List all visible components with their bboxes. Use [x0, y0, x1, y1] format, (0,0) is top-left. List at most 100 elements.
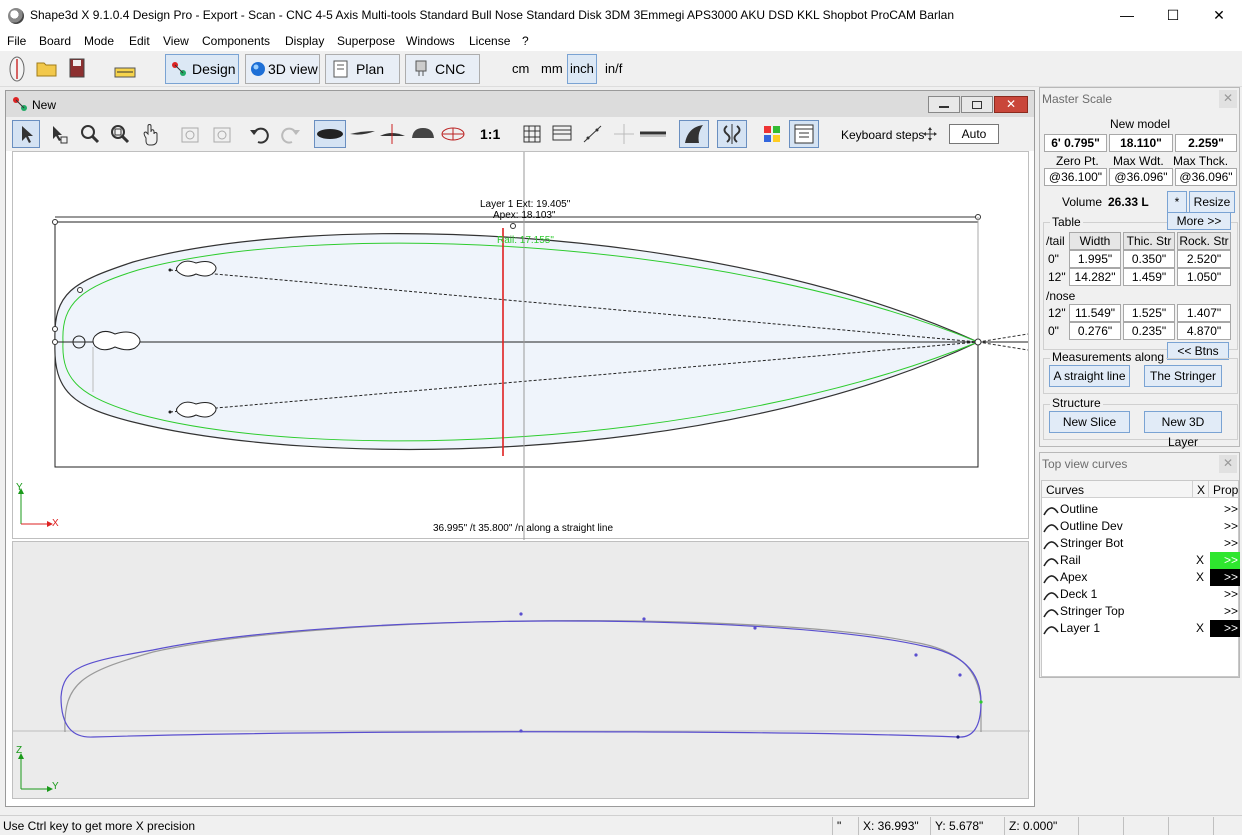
- pan-hand-icon[interactable]: [138, 120, 166, 148]
- menu-components[interactable]: Components: [202, 34, 270, 48]
- menu-superpose[interactable]: Superpose: [337, 34, 395, 48]
- unit-in-f[interactable]: in/f: [605, 61, 622, 76]
- tail-row-0-thickness[interactable]: 0.350": [1123, 250, 1175, 268]
- menu-view[interactable]: View: [163, 34, 189, 48]
- close-button[interactable]: ✕: [1196, 0, 1242, 31]
- curve-visible-toggle[interactable]: X: [1196, 621, 1204, 635]
- side-view-icon[interactable]: [348, 120, 376, 148]
- menu-file[interactable]: File: [7, 34, 26, 48]
- max-thickness-value: 2.259": [1175, 134, 1237, 152]
- curve-visible-toggle[interactable]: X: [1196, 570, 1204, 584]
- curve-row[interactable]: Stringer Bot >>: [1042, 535, 1238, 552]
- curve-row[interactable]: Outline Dev >>: [1042, 518, 1238, 535]
- unit-inch[interactable]: inch: [567, 54, 597, 84]
- export-icon[interactable]: [113, 56, 137, 80]
- resize-button[interactable]: Resize: [1189, 191, 1235, 213]
- redo-icon[interactable]: [276, 120, 304, 148]
- more-button[interactable]: More >>: [1167, 212, 1231, 230]
- curve-properties-button[interactable]: >>: [1210, 501, 1240, 518]
- keyboard-steps-auto-field[interactable]: Auto: [949, 124, 999, 144]
- new-board-icon[interactable]: [6, 56, 28, 82]
- menu-mode[interactable]: Mode: [84, 34, 114, 48]
- measure-icon[interactable]: [579, 120, 607, 148]
- nose-row-1-thickness[interactable]: 0.235": [1123, 322, 1175, 340]
- table-view-icon[interactable]: [548, 120, 576, 148]
- curve-properties-button[interactable]: >>: [1210, 535, 1240, 552]
- nose-row-0-rocker[interactable]: 1.407": [1177, 304, 1231, 322]
- snapshot-icon[interactable]: [176, 120, 204, 148]
- curve-properties-button[interactable]: >>: [1210, 620, 1240, 637]
- new-slice-button[interactable]: New Slice: [1049, 411, 1130, 433]
- point-select-icon[interactable]: [44, 120, 72, 148]
- 3d-view-button[interactable]: 3D view: [245, 54, 320, 84]
- snapshot-compare-icon[interactable]: [208, 120, 236, 148]
- tail-row-0-width[interactable]: 1.995": [1069, 250, 1121, 268]
- curves-panel-close-button[interactable]: ✕: [1219, 455, 1237, 473]
- curve-row[interactable]: Apex X >>: [1042, 569, 1240, 586]
- grid-icon[interactable]: [518, 120, 546, 148]
- curve-properties-button[interactable]: >>: [1210, 552, 1240, 569]
- menu-windows[interactable]: Windows: [406, 34, 455, 48]
- nose-row-1-width[interactable]: 0.276": [1069, 322, 1121, 340]
- straight-line-button[interactable]: A straight line: [1049, 365, 1130, 387]
- save-icon[interactable]: [68, 57, 88, 79]
- nose-row-0-thickness[interactable]: 1.525": [1123, 304, 1175, 322]
- stringer-icon[interactable]: [638, 120, 666, 148]
- curve-row[interactable]: Stringer Top >>: [1042, 603, 1238, 620]
- open-folder-icon[interactable]: [36, 58, 58, 78]
- maximize-button[interactable]: ☐: [1150, 0, 1196, 31]
- scale-1-1-button[interactable]: 1:1: [480, 126, 500, 142]
- crosshair-icon[interactable]: [610, 120, 638, 148]
- volume-star-button[interactable]: *: [1167, 191, 1187, 213]
- cnc-mode-button[interactable]: CNC: [405, 54, 480, 84]
- select-tool[interactable]: [12, 120, 40, 148]
- tail-row-1-thickness[interactable]: 1.459": [1123, 268, 1175, 286]
- menu-display[interactable]: Display: [285, 34, 324, 48]
- top-view-tool[interactable]: [314, 120, 346, 148]
- stringer-button[interactable]: The Stringer: [1144, 365, 1222, 387]
- minimize-button[interactable]: —: [1104, 0, 1150, 31]
- unit-mm[interactable]: mm: [541, 61, 563, 76]
- tail-row-0-rocker[interactable]: 2.520": [1177, 250, 1231, 268]
- inner-close-button[interactable]: ✕: [994, 96, 1028, 113]
- tail-row-1-rocker[interactable]: 1.050": [1177, 268, 1231, 286]
- inner-minimize-button[interactable]: [928, 96, 960, 113]
- menu-license[interactable]: License: [469, 34, 510, 48]
- curve-properties-button[interactable]: >>: [1210, 586, 1240, 603]
- inner-restore-button[interactable]: [961, 96, 993, 113]
- fin-tool[interactable]: [679, 120, 709, 148]
- nose-row-1-rocker[interactable]: 4.870": [1177, 322, 1231, 340]
- curve-row[interactable]: Layer 1 X >>: [1042, 620, 1240, 637]
- plan-mode-button[interactable]: Plan: [325, 54, 400, 84]
- top-view-canvas[interactable]: Layer 1 Ext: 19.405" Apex: 18.103" Rail:…: [12, 151, 1029, 540]
- zoom-window-icon[interactable]: [106, 120, 134, 148]
- design-mode-button[interactable]: Design: [165, 54, 239, 84]
- curve-properties-button[interactable]: >>: [1210, 518, 1240, 535]
- curve-row[interactable]: Rail X >>: [1042, 552, 1240, 569]
- nose-row-0-width[interactable]: 11.549": [1069, 304, 1121, 322]
- curve-properties-button[interactable]: >>: [1210, 603, 1240, 620]
- menu-edit[interactable]: Edit: [129, 34, 150, 48]
- menu-board[interactable]: Board: [39, 34, 71, 48]
- mesh-view-icon[interactable]: [439, 120, 467, 148]
- master-scale-close-button[interactable]: ✕: [1219, 90, 1237, 108]
- curve-row[interactable]: Deck 1 >>: [1042, 586, 1238, 603]
- slice-view-icon[interactable]: [378, 120, 406, 148]
- menu-help[interactable]: ?: [522, 34, 529, 48]
- max-width-label: Max Wdt.: [1113, 154, 1164, 168]
- curve-properties-button[interactable]: >>: [1210, 569, 1240, 586]
- colors-icon[interactable]: [758, 120, 786, 148]
- new-3d-layer-button[interactable]: New 3D Layer: [1144, 411, 1222, 449]
- deck-view-icon[interactable]: [409, 120, 437, 148]
- curve-name: Rail: [1060, 553, 1081, 567]
- unit-cm[interactable]: cm: [512, 61, 529, 76]
- tail-row-1-width[interactable]: 14.282": [1069, 268, 1121, 286]
- properties-tool[interactable]: [789, 120, 819, 148]
- curve-icon: [1043, 507, 1059, 516]
- zoom-icon[interactable]: [76, 120, 104, 148]
- curve-visible-toggle[interactable]: X: [1196, 553, 1204, 567]
- undo-icon[interactable]: [246, 120, 274, 148]
- side-view-canvas[interactable]: Z Y: [12, 541, 1030, 799]
- symmetry-tool[interactable]: [717, 120, 747, 148]
- curve-row[interactable]: Outline >>: [1042, 501, 1238, 518]
